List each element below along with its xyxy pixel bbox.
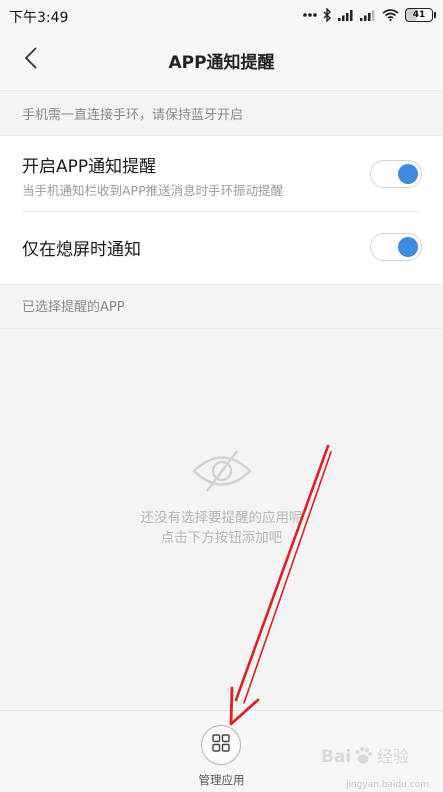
title-bar: APP通知提醒	[0, 30, 443, 90]
eye-off-icon	[191, 448, 253, 498]
empty-text-line1: 还没有选择要提醒的应用呢	[140, 510, 303, 526]
battery-icon: 41	[405, 8, 436, 22]
manage-apps-button[interactable]	[201, 725, 241, 765]
settings-card: 开启APP通知提醒 当手机通知栏收到APP推送消息时手环振动提醒 仅在熄屏时通知	[0, 135, 443, 285]
signal-icon	[338, 9, 354, 21]
grid-icon	[212, 734, 230, 756]
setting-row-app-notify: 开启APP通知提醒 当手机通知栏收到APP推送消息时手环振动提醒	[0, 136, 443, 212]
selected-apps-header: 已选择提醒的APP	[0, 285, 443, 329]
setting-title: 开启APP通知提醒	[22, 157, 157, 177]
empty-text-line2: 点击下方按钮添加吧	[160, 530, 283, 546]
signal-icon	[360, 9, 376, 21]
dots-icon	[303, 12, 317, 18]
page-title: APP通知提醒	[168, 53, 275, 73]
screen-off-toggle[interactable]	[370, 233, 422, 261]
setting-row-screen-off: 仅在熄屏时通知	[0, 212, 443, 284]
screen: 下午3:49 41 APP通知提醒 手机需一直连接手环，请保持蓝牙开启 开启AP…	[0, 0, 443, 792]
bluetooth-hint: 手机需一直连接手环，请保持蓝牙开启	[0, 90, 443, 136]
wifi-icon	[382, 9, 399, 21]
setting-title: 仅在熄屏时通知	[22, 240, 141, 260]
status-time: 下午3:49	[9, 10, 69, 26]
watermark-url: jingyan.baidu.com	[345, 780, 429, 790]
bluetooth-icon	[323, 8, 332, 22]
status-icons: 41	[303, 6, 436, 24]
battery-level: 41	[412, 10, 426, 20]
app-notify-toggle[interactable]	[370, 160, 422, 188]
toggle-knob	[398, 237, 418, 257]
status-bar: 下午3:49 41	[0, 0, 443, 30]
setting-description: 当手机通知栏收到APP推送消息时手环振动提醒	[22, 183, 284, 198]
empty-state: 还没有选择要提醒的应用呢 点击下方按钮添加吧	[0, 330, 443, 710]
toggle-knob	[398, 164, 418, 184]
